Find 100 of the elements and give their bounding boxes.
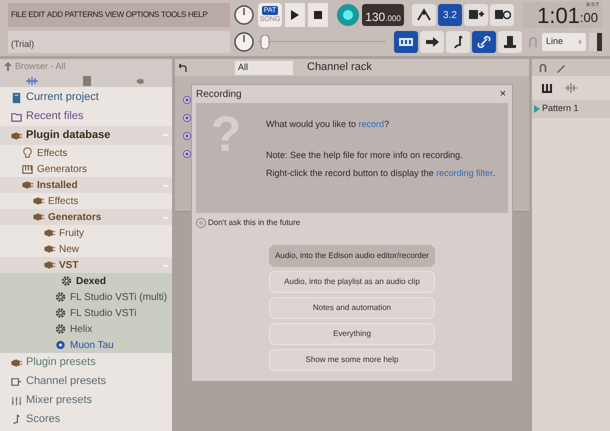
option-button[interactable]: Audio, into the Edison audio editor/recorder [269,245,435,267]
up-arrow-icon[interactable] [4,62,12,71]
tree-item[interactable]: FL Studio VSTi [0,305,172,321]
volume-knob[interactable] [233,4,255,26]
tree-item-label: Muon Tau [70,338,114,352]
waveform-icon[interactable] [565,83,577,93]
menu-item[interactable]: HELP [188,9,208,21]
tree-item[interactable]: Generators [0,161,172,177]
tempo-value: 130 [365,9,386,26]
tree-item[interactable]: Effects [0,193,172,209]
scroll-bar [589,33,602,51]
tree-item[interactable]: Helix [0,321,172,337]
option-button[interactable]: Everything [269,323,435,345]
menu-item[interactable]: VIEW [104,9,124,21]
tree-item-label: Dexed [76,274,106,288]
magnet-icon[interactable] [538,62,548,72]
menu-item[interactable]: FILE [11,9,26,21]
tree-view-icon[interactable] [25,76,40,86]
channel-dot-icon [183,96,191,104]
tree-item[interactable]: New [0,241,172,257]
option-button[interactable]: Notes and automation [269,297,435,319]
tree-item-label: Fruity [59,226,84,240]
channel-dot-icon [183,150,191,158]
keys-icon[interactable] [542,84,553,92]
filter-dropdown[interactable]: All [235,60,293,74]
menu-item[interactable]: OPTIONS [126,9,159,21]
gear-icon [54,290,67,304]
channel-dot-icon [183,114,191,122]
tree-item[interactable]: Effects [0,145,172,161]
stop-button[interactable] [308,3,328,27]
message-text: Right-click the record button to display the recording filter. [266,167,496,180]
message-text: Note: See the help file for more info on recording. [266,148,464,162]
typing-button[interactable] [394,31,418,53]
menu-item[interactable]: TOOLS [161,9,186,21]
tree-item[interactable]: Mixer presets [0,391,172,410]
file-icon[interactable] [82,74,92,86]
tree-item[interactable]: Plugin presets [0,353,172,372]
tempo-fraction: .000 [385,13,401,25]
checkbox-icon [196,218,206,228]
option-button[interactable]: Audio, into the playlist as an audio clip [269,271,435,293]
tree-item[interactable]: Dexed [0,273,172,289]
arrow-button[interactable] [420,31,444,53]
menu-item[interactable]: EDIT [28,9,45,21]
tree-item-label: Effects [48,194,78,208]
tree-item-label: Channel presets [26,374,106,390]
menu-item[interactable]: PATTERNS [64,9,103,21]
plugin-gear-icon [54,338,67,352]
option-button[interactable]: Show me some more help [269,349,435,371]
play-icon [534,105,540,113]
pencil-icon[interactable] [556,62,566,72]
counter-button[interactable]: 3.2 [438,4,462,26]
tree-item-label: Generators [48,210,102,224]
browser-title: Browser - All [15,60,66,73]
tree-item-label: Installed [37,178,78,192]
keys-loop-button[interactable] [490,4,514,26]
tree-item-label: Mixer presets [26,393,92,408]
tree-item[interactable]: Generators [0,209,172,225]
tempo-display[interactable]: 130.000 [362,4,404,26]
plug-icon [32,210,45,224]
hat-icon [501,33,519,51]
play-button[interactable] [285,3,305,27]
message-text: What would you like to record? [266,118,390,131]
play-icon [291,10,299,20]
snap-dropdown[interactable]: Line [542,33,586,51]
bulb-icon [21,146,34,160]
plug-icon [32,194,45,208]
tree-item-label: Plugin database [26,128,110,144]
tree-item[interactable]: Plugin database [0,126,172,145]
pattern-item[interactable]: Pattern 1 [532,100,610,118]
record-icon [343,10,353,20]
dont-ask-checkbox[interactable]: Don't ask this in the future [192,217,304,229]
note-button[interactable] [446,31,470,53]
tree-item[interactable]: Scores [0,410,172,429]
keys-icon [21,162,34,176]
slider-handle[interactable] [260,35,270,49]
stop-icon [314,11,322,19]
tree-item-label: Scores [26,412,60,428]
tree-item[interactable]: Current project [0,88,172,107]
file-icon [10,90,23,104]
link-button[interactable] [472,31,496,53]
dialog-title: Recording [196,88,242,102]
metronome-button[interactable] [412,4,436,26]
hat-button[interactable] [498,31,522,53]
tree-item[interactable]: Installed [0,177,172,193]
pitch-knob[interactable] [233,31,255,53]
menu-item[interactable]: ADD [46,9,63,21]
tree-item-label: VST [59,258,78,272]
keys-plus-button[interactable] [464,4,488,26]
tree-item[interactable]: Channel presets [0,372,172,391]
tree-item-label: Plugin presets [26,355,96,370]
tree-item-label: New [59,242,80,256]
undo-icon[interactable] [179,63,187,72]
tree-item[interactable]: Fruity [0,225,172,241]
tree-item[interactable]: FL Studio VSTi (multi) [0,289,172,305]
tree-item-label: FL Studio VSTi (multi) [70,290,168,304]
tree-item[interactable]: Muon Tau [0,337,172,353]
tree-item[interactable]: VST [0,257,172,273]
gear-icon [54,322,67,336]
tree-item[interactable]: Recent files [0,107,172,126]
close-button[interactable]: × [498,88,508,100]
